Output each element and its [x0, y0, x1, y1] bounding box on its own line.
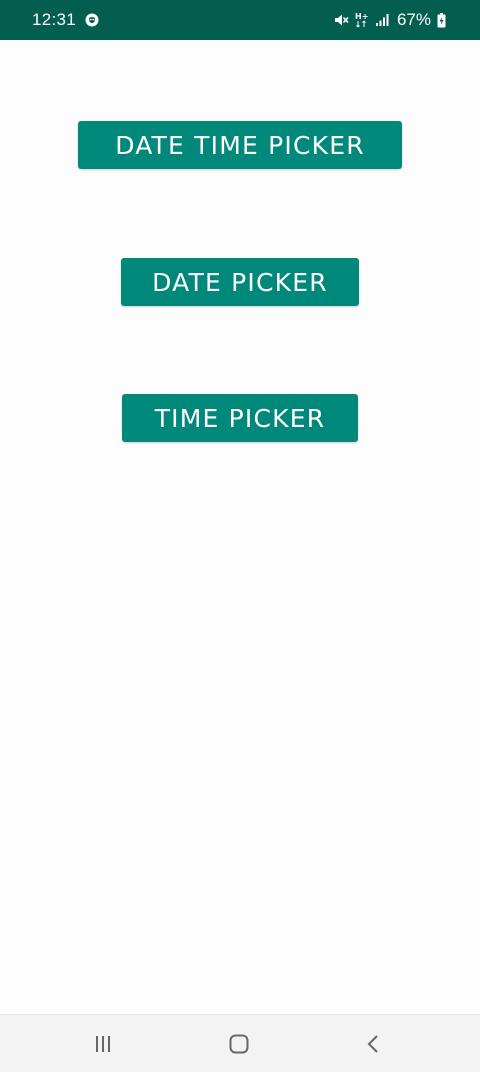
date-time-picker-button[interactable]: DATE TIME PICKER: [78, 121, 402, 169]
status-time: 12:31: [32, 10, 77, 29]
svg-text:H+: H+: [355, 12, 368, 21]
recents-icon: [93, 1035, 113, 1053]
signal-bars-icon: [375, 13, 389, 27]
time-picker-button[interactable]: TIME PICKER: [122, 394, 358, 442]
navigation-bar: [0, 1014, 480, 1072]
home-button[interactable]: [199, 1015, 279, 1072]
home-icon: [228, 1033, 250, 1055]
shield-icon: [85, 13, 99, 27]
back-button[interactable]: [333, 1015, 413, 1072]
back-icon: [366, 1034, 380, 1054]
status-left: 12:31: [32, 10, 99, 30]
recents-button[interactable]: [63, 1015, 143, 1072]
app-screen: 12:31 H+ 67% DATE TIME PICKER DATE PICKE…: [0, 0, 480, 1072]
status-bar: 12:31 H+ 67%: [0, 0, 480, 40]
mute-icon: [333, 12, 349, 28]
hplus-signal-icon: H+: [355, 11, 369, 29]
battery-percentage: 67%: [396, 10, 431, 29]
status-right: H+ 67%: [333, 10, 446, 30]
battery-charging-icon: [437, 12, 446, 28]
date-picker-button[interactable]: DATE PICKER: [121, 258, 359, 306]
